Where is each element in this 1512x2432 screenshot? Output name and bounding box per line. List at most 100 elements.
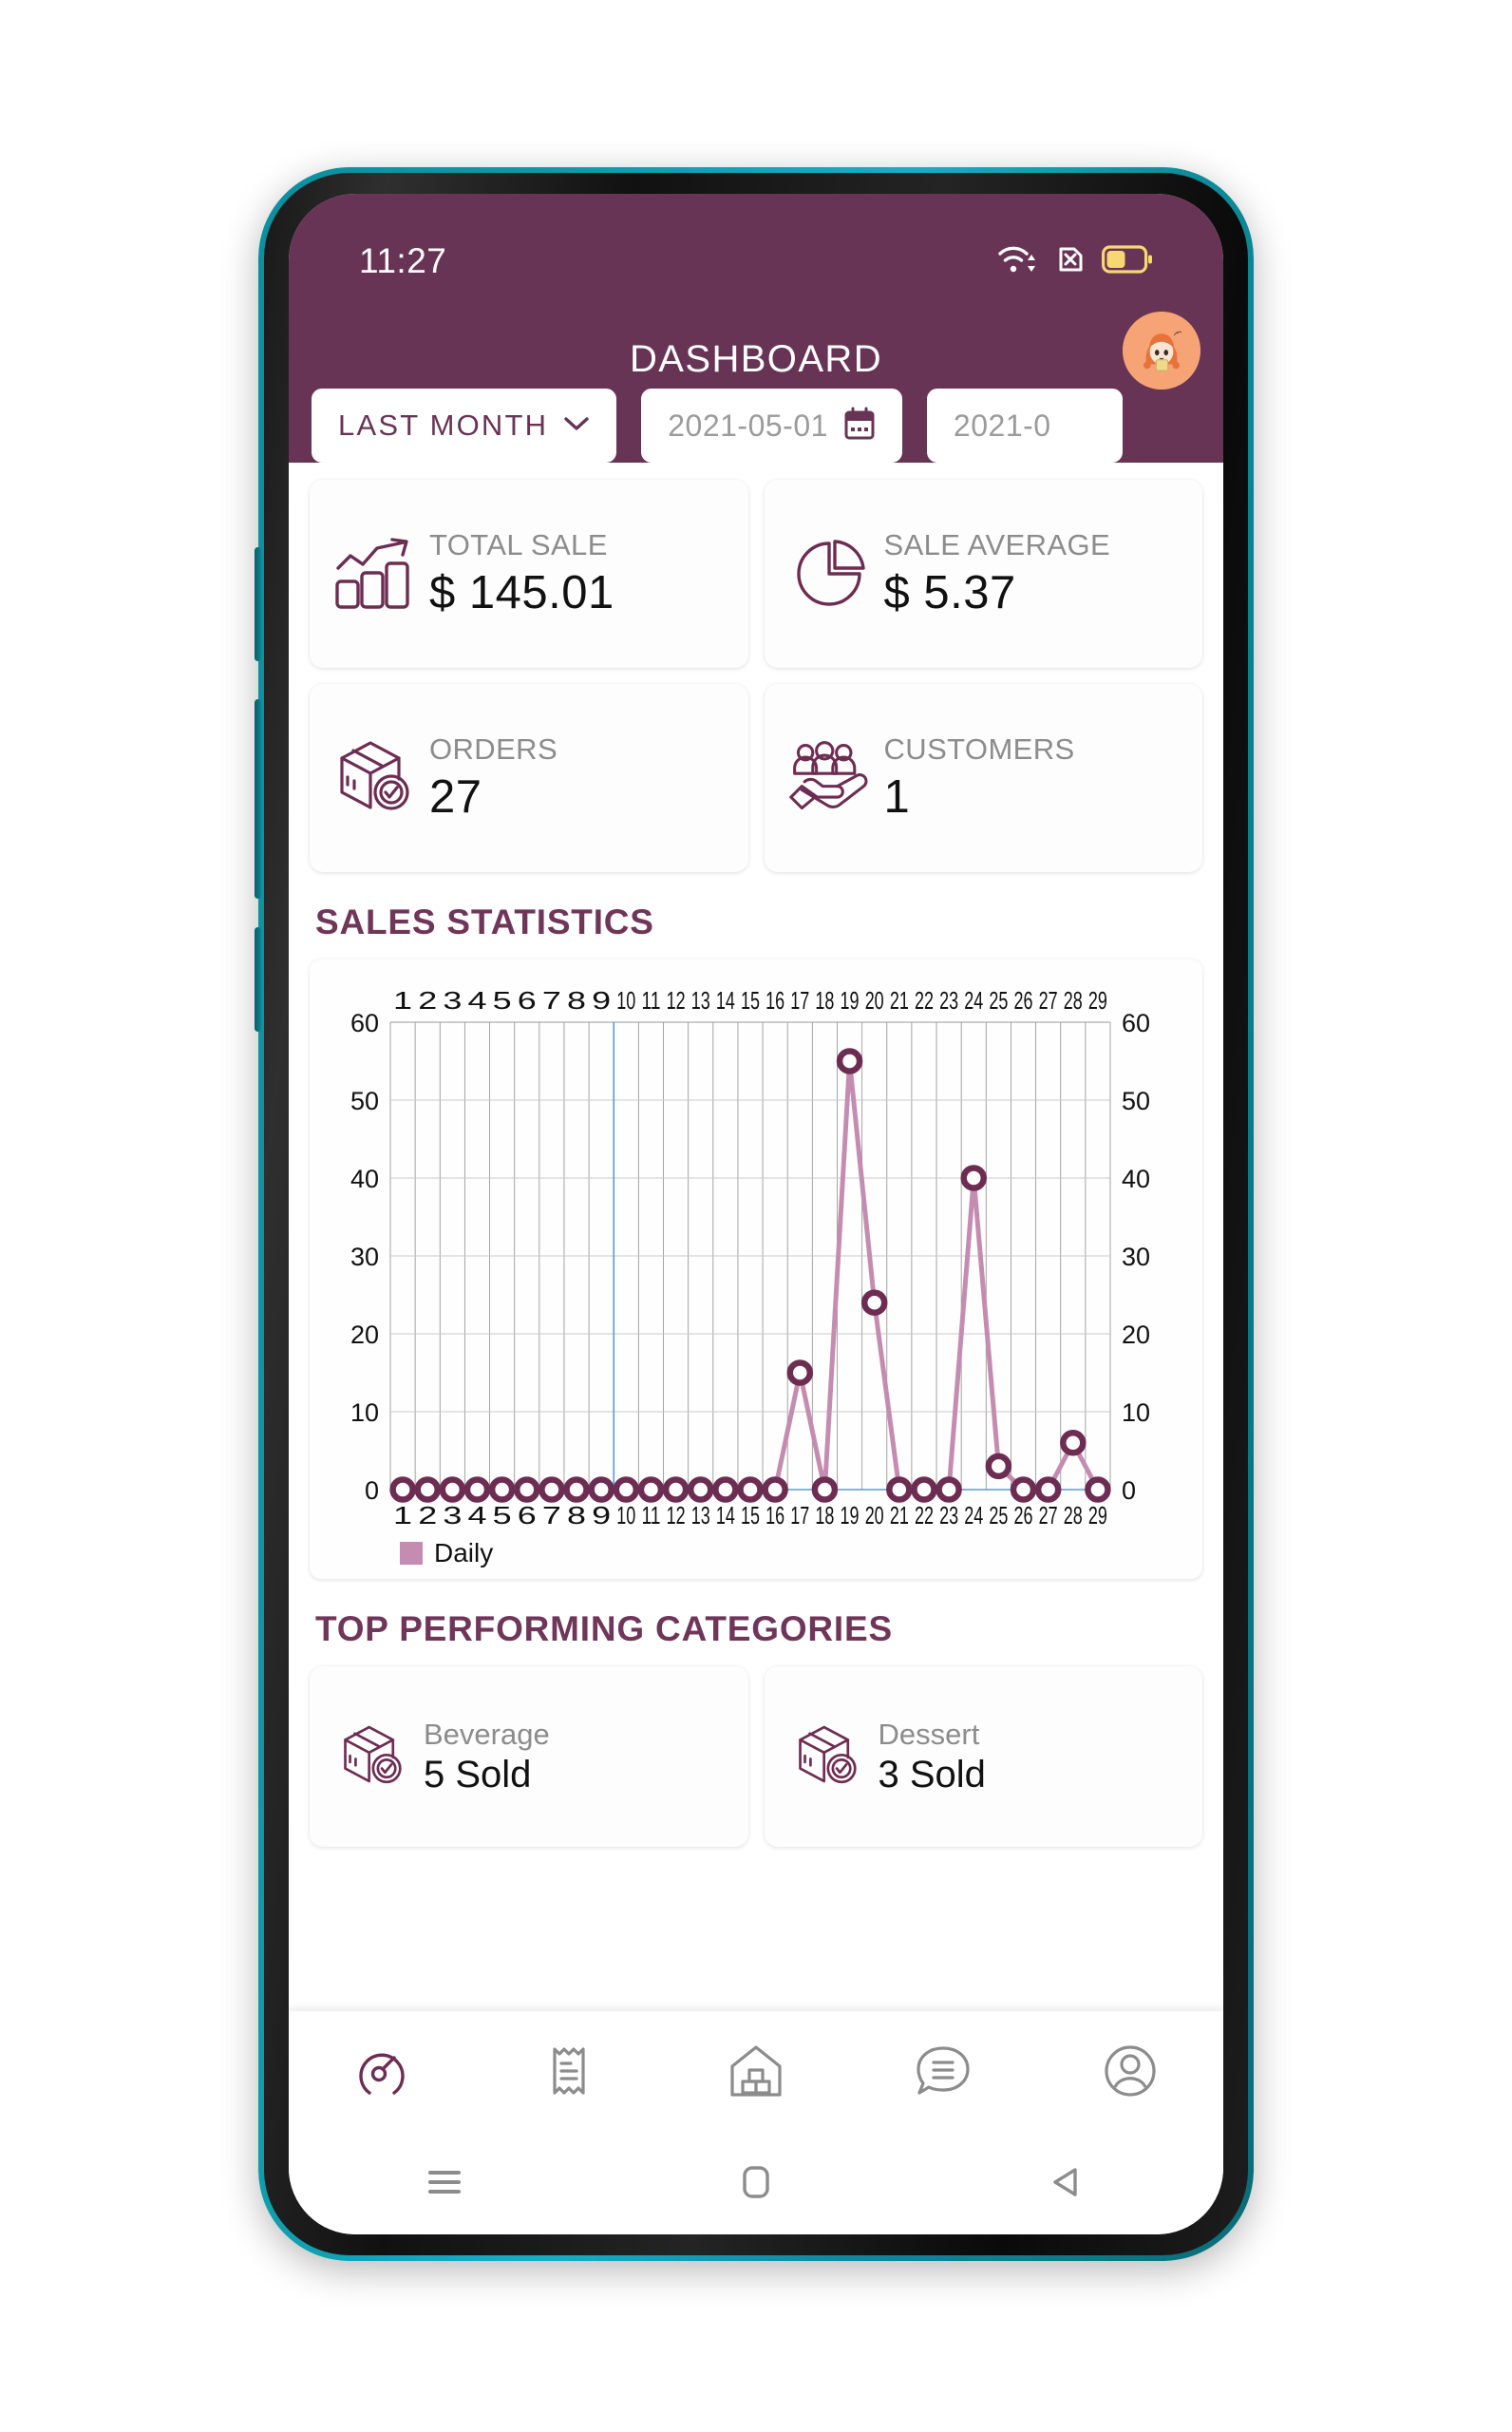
svg-text:21: 21 bbox=[890, 1501, 909, 1530]
date-to-field[interactable]: 2021-0 bbox=[924, 387, 1125, 465]
package-check-icon bbox=[332, 737, 416, 819]
stat-card-total-sale[interactable]: TOTAL SALE $ 145.01 bbox=[310, 480, 748, 668]
android-navigation-bar bbox=[289, 2130, 1223, 2234]
phone-bezel: 11:27 DASHBOARD LAST MONTH 2021-05-01 20… bbox=[264, 173, 1248, 2255]
home-square-icon[interactable] bbox=[690, 2161, 822, 2203]
svg-text:2: 2 bbox=[418, 986, 437, 1015]
filter-bar: LAST MONTH 2021-05-01 2021-0 bbox=[289, 387, 1223, 465]
svg-text:4: 4 bbox=[467, 986, 486, 1015]
svg-text:15: 15 bbox=[741, 1501, 760, 1530]
avatar[interactable] bbox=[1123, 312, 1200, 390]
svg-text:50: 50 bbox=[350, 1087, 379, 1115]
svg-text:21: 21 bbox=[890, 986, 909, 1015]
bottom-navigation bbox=[289, 2011, 1223, 2130]
svg-text:23: 23 bbox=[939, 1501, 958, 1530]
category-label: Dessert bbox=[878, 1717, 980, 1751]
svg-text:24: 24 bbox=[964, 1501, 983, 1530]
svg-text:4: 4 bbox=[467, 1501, 486, 1530]
package-check-icon bbox=[785, 1722, 869, 1791]
category-card-dessert[interactable]: Dessert 3 Sold bbox=[764, 1666, 1202, 1847]
svg-text:5: 5 bbox=[493, 986, 512, 1015]
svg-text:20: 20 bbox=[865, 986, 884, 1015]
svg-text:12: 12 bbox=[667, 986, 686, 1015]
calendar-icon bbox=[843, 407, 876, 446]
svg-text:10: 10 bbox=[616, 986, 635, 1015]
package-check-icon bbox=[331, 1722, 414, 1791]
side-button-power[interactable] bbox=[255, 927, 261, 1032]
svg-text:26: 26 bbox=[1014, 1501, 1033, 1530]
category-value: 5 Sold bbox=[424, 1753, 532, 1796]
svg-text:19: 19 bbox=[841, 1501, 860, 1530]
svg-text:17: 17 bbox=[790, 1501, 809, 1530]
stat-card-sale-average[interactable]: SALE AVERAGE $ 5.37 bbox=[764, 480, 1202, 668]
svg-text:20: 20 bbox=[865, 1501, 884, 1530]
date-from-value: 2021-05-01 bbox=[668, 408, 828, 443]
back-triangle-icon[interactable] bbox=[1001, 2161, 1134, 2203]
svg-text:18: 18 bbox=[815, 986, 834, 1015]
customers-hand-icon bbox=[787, 739, 871, 817]
svg-text:27: 27 bbox=[1039, 1501, 1058, 1530]
status-time: 11:27 bbox=[359, 241, 447, 280]
stat-value: $ 5.37 bbox=[883, 567, 1016, 618]
svg-text:13: 13 bbox=[691, 1501, 710, 1530]
nav-item-inventory[interactable] bbox=[704, 2040, 808, 2102]
stat-card-grid: TOTAL SALE $ 145.01 SALE AVERAGE $ 5.37 … bbox=[310, 480, 1202, 872]
svg-text:16: 16 bbox=[765, 986, 784, 1015]
svg-text:12: 12 bbox=[667, 1501, 686, 1530]
nav-item-dashboard[interactable] bbox=[330, 2040, 434, 2102]
dashboard-content: TOTAL SALE $ 145.01 SALE AVERAGE $ 5.37 … bbox=[289, 463, 1223, 1957]
svg-text:13: 13 bbox=[691, 986, 710, 1015]
svg-text:8: 8 bbox=[567, 986, 586, 1015]
side-button-volume-down[interactable] bbox=[255, 699, 261, 899]
menu-icon[interactable] bbox=[378, 2163, 511, 2201]
svg-text:16: 16 bbox=[765, 1501, 784, 1530]
stat-label: CUSTOMERS bbox=[883, 732, 1075, 766]
nav-item-messages[interactable] bbox=[891, 2040, 995, 2102]
svg-text:20: 20 bbox=[350, 1320, 379, 1349]
svg-text:10: 10 bbox=[616, 1501, 635, 1530]
svg-text:20: 20 bbox=[1122, 1320, 1150, 1349]
line-chart: 0 010 1020 2030 3040 4050 5060 6011223344556677… bbox=[350, 986, 1150, 1568]
stat-value: $ 145.01 bbox=[429, 567, 614, 618]
svg-text:19: 19 bbox=[841, 986, 860, 1015]
phone-frame: 11:27 DASHBOARD LAST MONTH 2021-05-01 20… bbox=[255, 167, 1254, 2261]
svg-text:7: 7 bbox=[542, 986, 561, 1015]
nav-item-profile[interactable] bbox=[1078, 2040, 1182, 2102]
svg-text:0: 0 bbox=[365, 1476, 379, 1505]
category-label: Beverage bbox=[424, 1717, 550, 1751]
side-button-volume-up[interactable] bbox=[255, 547, 261, 661]
stat-card-customers[interactable]: CUSTOMERS 1 bbox=[764, 684, 1202, 872]
svg-text:26: 26 bbox=[1014, 986, 1033, 1015]
svg-text:22: 22 bbox=[915, 1501, 934, 1530]
stat-value: 27 bbox=[429, 771, 482, 823]
svg-text:10: 10 bbox=[1122, 1398, 1150, 1427]
date-range-label: LAST MONTH bbox=[338, 408, 549, 442]
section-title-sales-statistics: SALES STATISTICS bbox=[315, 902, 654, 941]
category-card-beverage[interactable]: Beverage 5 Sold bbox=[310, 1666, 748, 1847]
svg-text:3: 3 bbox=[443, 1501, 462, 1530]
date-range-dropdown[interactable]: LAST MONTH bbox=[310, 387, 619, 465]
svg-text:29: 29 bbox=[1088, 1501, 1107, 1530]
stat-label: TOTAL SALE bbox=[429, 528, 608, 561]
stat-card-orders[interactable]: ORDERS 27 bbox=[310, 684, 748, 872]
svg-text:10: 10 bbox=[350, 1398, 379, 1427]
svg-text:11: 11 bbox=[641, 986, 660, 1015]
svg-text:18: 18 bbox=[815, 1501, 834, 1530]
svg-text:30: 30 bbox=[350, 1243, 379, 1271]
svg-text:29: 29 bbox=[1088, 986, 1107, 1015]
svg-text:8: 8 bbox=[567, 1501, 586, 1530]
svg-text:17: 17 bbox=[790, 986, 809, 1015]
svg-text:14: 14 bbox=[716, 986, 735, 1015]
svg-text:60: 60 bbox=[1122, 1009, 1150, 1037]
nav-item-orders[interactable] bbox=[517, 2040, 621, 2102]
no-sim-icon bbox=[1055, 244, 1086, 279]
svg-text:27: 27 bbox=[1039, 986, 1058, 1015]
svg-text:11: 11 bbox=[641, 1501, 660, 1530]
svg-text:14: 14 bbox=[716, 1501, 735, 1530]
date-from-field[interactable]: 2021-05-01 bbox=[639, 387, 904, 465]
svg-text:28: 28 bbox=[1064, 986, 1083, 1015]
svg-text:30: 30 bbox=[1122, 1243, 1150, 1271]
status-bar: 11:27 bbox=[289, 194, 1223, 300]
svg-text:0: 0 bbox=[1122, 1476, 1136, 1505]
svg-text:25: 25 bbox=[989, 1501, 1008, 1530]
